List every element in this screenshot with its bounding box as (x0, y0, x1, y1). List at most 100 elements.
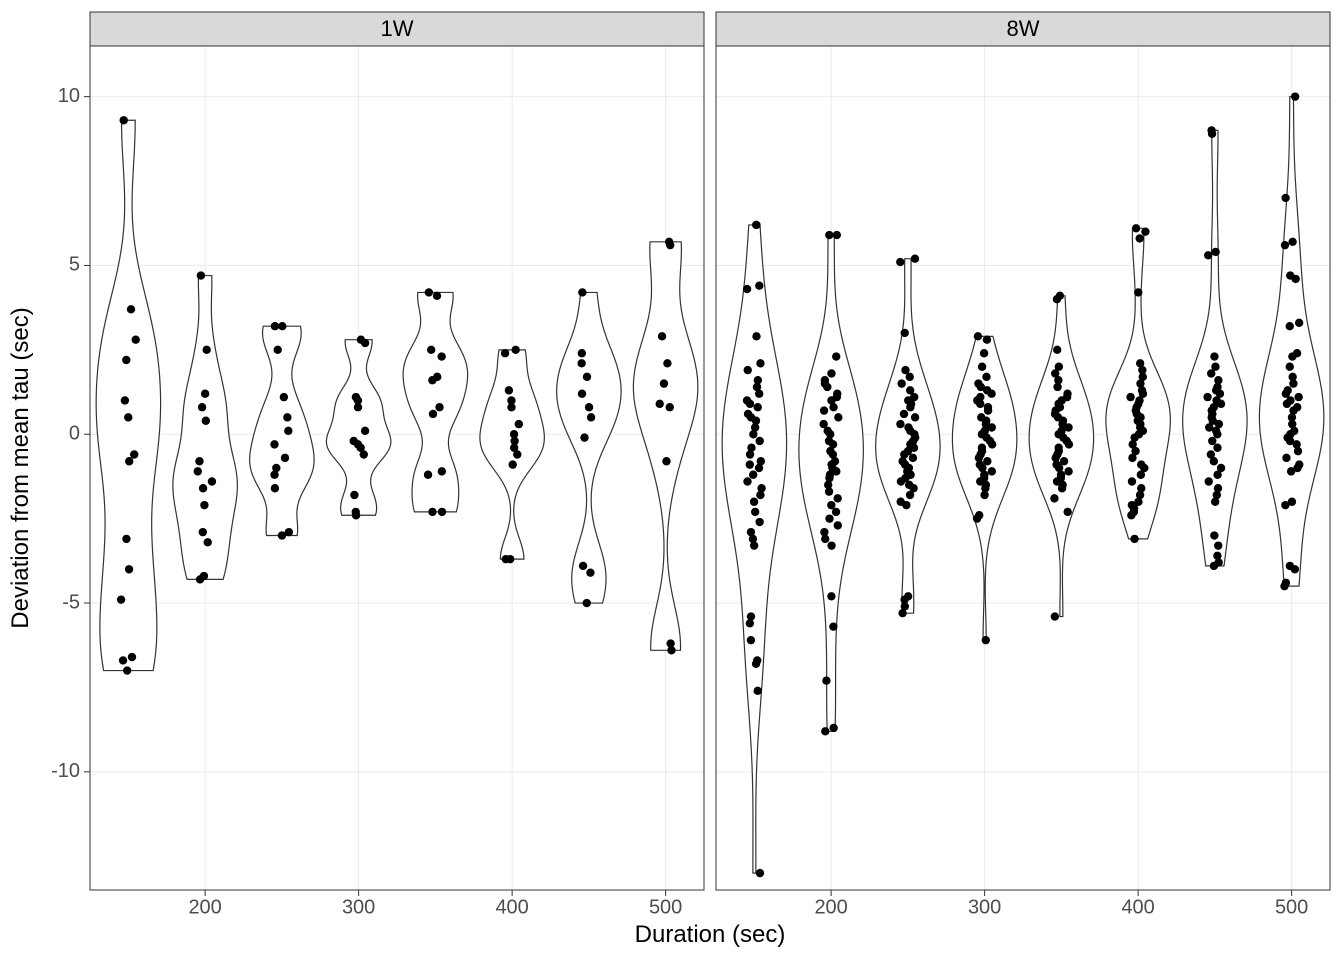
data-point (1217, 400, 1225, 408)
data-point (667, 646, 675, 654)
data-point (743, 477, 751, 485)
data-point (1210, 352, 1218, 360)
data-point (897, 379, 905, 387)
data-point (827, 369, 835, 377)
data-point (271, 484, 279, 492)
data-point (980, 349, 988, 357)
data-point (438, 467, 446, 475)
data-point (583, 373, 591, 381)
data-point (509, 460, 517, 468)
data-point (829, 622, 837, 630)
data-point (1280, 582, 1288, 590)
data-point (1289, 379, 1297, 387)
data-point (829, 724, 837, 732)
data-point (1065, 440, 1073, 448)
data-point (1211, 498, 1219, 506)
data-point (1286, 271, 1294, 279)
data-point (1214, 541, 1222, 549)
data-point (750, 498, 758, 506)
data-point (750, 541, 758, 549)
data-point (199, 528, 207, 536)
data-point (988, 467, 996, 475)
data-point (511, 346, 519, 354)
data-point (747, 636, 755, 644)
data-point (897, 477, 905, 485)
data-point (437, 352, 445, 360)
data-point (1135, 234, 1143, 242)
data-point (132, 336, 140, 344)
data-point (911, 254, 919, 262)
data-point (350, 491, 358, 499)
data-point (656, 400, 664, 408)
data-point (756, 359, 764, 367)
data-point (1127, 511, 1135, 519)
data-point (827, 592, 835, 600)
data-point (121, 396, 129, 404)
faceted-violin-chart: 1W2003004005008W200300400500-10-50510Dev… (0, 0, 1344, 960)
data-point (974, 332, 982, 340)
x-axis-title: Duration (sec) (635, 921, 786, 948)
data-point (1141, 227, 1149, 235)
data-point (586, 568, 594, 576)
data-point (201, 390, 209, 398)
data-point (829, 403, 837, 411)
data-point (587, 413, 595, 421)
data-point (579, 562, 587, 570)
data-point (973, 514, 981, 522)
data-point (428, 508, 436, 516)
data-point (746, 460, 754, 468)
data-point (427, 346, 435, 354)
data-point (752, 332, 760, 340)
data-point (1283, 400, 1291, 408)
data-point (834, 413, 842, 421)
data-point (666, 403, 674, 411)
data-point (1281, 241, 1289, 249)
data-point (274, 346, 282, 354)
data-point (832, 352, 840, 360)
data-point (1210, 531, 1218, 539)
data-point (200, 501, 208, 509)
data-point (906, 491, 914, 499)
data-point (976, 400, 984, 408)
data-point (198, 403, 206, 411)
data-point (983, 457, 991, 465)
data-point (429, 410, 437, 418)
data-point (1051, 612, 1059, 620)
data-point (515, 420, 523, 428)
data-point (821, 535, 829, 543)
data-point (756, 869, 764, 877)
data-point (122, 356, 130, 364)
data-point (501, 349, 509, 357)
data-point (825, 231, 833, 239)
data-point (755, 282, 763, 290)
data-point (658, 332, 666, 340)
data-point (987, 390, 995, 398)
data-point (425, 288, 433, 296)
data-point (1134, 288, 1142, 296)
x-tick-label: 300 (342, 897, 375, 919)
data-point (1208, 437, 1216, 445)
data-point (270, 471, 278, 479)
x-tick-label: 400 (1121, 897, 1154, 919)
data-point (578, 390, 586, 398)
data-point (827, 541, 835, 549)
data-point (1288, 238, 1296, 246)
y-tick-label: -5 (62, 591, 80, 613)
data-point (1060, 457, 1068, 465)
data-point (755, 390, 763, 398)
data-point (1053, 346, 1061, 354)
data-point (1126, 393, 1134, 401)
data-point (982, 373, 990, 381)
x-tick-label: 400 (495, 897, 528, 919)
data-point (1050, 494, 1058, 502)
data-point (505, 386, 513, 394)
data-point (754, 403, 762, 411)
data-point (1128, 454, 1136, 462)
data-point (665, 238, 673, 246)
data-point (906, 373, 914, 381)
data-point (906, 403, 914, 411)
data-point (1058, 484, 1066, 492)
data-point (578, 349, 586, 357)
data-point (980, 491, 988, 499)
x-tick-label: 500 (1275, 897, 1308, 919)
